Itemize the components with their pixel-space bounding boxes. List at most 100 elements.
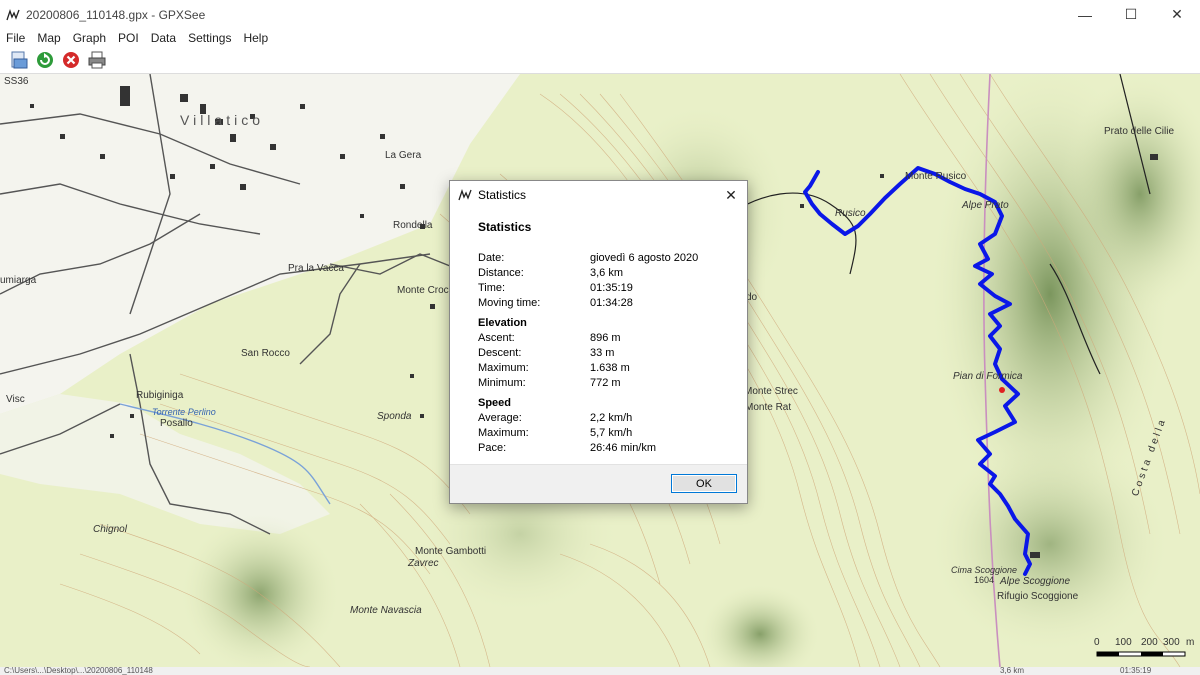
scale-tick-200: 200 <box>1141 637 1158 648</box>
map-label-monte-croci: Monte Croci <box>397 285 451 296</box>
gpxsee-app-icon <box>6 8 20 20</box>
menu-poi[interactable]: POI <box>112 31 145 45</box>
stat-row-elev-min: Minimum: 772 m <box>478 375 719 390</box>
stat-value: 26:46 min/km <box>590 441 657 454</box>
stat-label: Average: <box>478 411 522 424</box>
dialog-title: Statistics <box>478 188 527 202</box>
map-label-pra-la-vacca: Pra la Vacca <box>288 263 344 274</box>
map-label-alpe-prato: Alpe Prato <box>962 200 1009 211</box>
map-label-prato-delle-cilie: Prato delle Cilie <box>1104 126 1175 137</box>
stat-label: Maximum: <box>478 361 529 374</box>
maximize-button[interactable]: ☐ <box>1108 0 1154 29</box>
scale-tick-0: 0 <box>1094 637 1100 648</box>
stat-row-date: Date: giovedì 6 agosto 2020 <box>478 250 719 265</box>
stat-label: Minimum: <box>478 376 526 389</box>
map-label-villatico: Villatico <box>180 112 264 128</box>
stat-row-descent: Descent: 33 m <box>478 345 719 360</box>
close-file-button[interactable] <box>60 49 82 71</box>
menu-file[interactable]: File <box>0 31 31 45</box>
gpxsee-app-icon <box>458 188 472 201</box>
print-icon <box>88 51 106 69</box>
stat-value: 3,6 km <box>590 266 624 279</box>
section-speed-title: Speed <box>478 397 512 409</box>
menu-bar: File Map Graph POI Data Settings Help <box>0 29 1200 47</box>
map-label-rubiginiga: Rubiginiga <box>136 390 184 401</box>
menu-help[interactable]: Help <box>237 31 274 45</box>
stat-label: Distance: <box>478 266 524 279</box>
stat-value: 01:34:28 <box>590 296 633 309</box>
stat-value: 1.638 m <box>590 361 630 374</box>
map-label-chignol: Chignol <box>93 524 127 535</box>
map-label-visc: Visc <box>6 394 25 405</box>
stat-value: 896 m <box>590 331 621 344</box>
map-label-cima-scoggione: Cima Scoggione <box>951 565 1018 575</box>
toolbar <box>0 47 1200 74</box>
map-label-monte-gambotti: Monte Gambotti <box>415 546 487 557</box>
stat-label: Date: <box>478 251 505 264</box>
stat-value: 01:35:19 <box>590 281 633 294</box>
stat-value: giovedì 6 agosto 2020 <box>590 251 699 264</box>
close-file-icon <box>63 52 79 68</box>
menu-data[interactable]: Data <box>145 31 182 45</box>
menu-map[interactable]: Map <box>31 31 66 45</box>
dialog-title-bar: Statistics ✕ <box>450 181 747 209</box>
scale-tick-300: 300 <box>1163 637 1180 648</box>
status-bar: C:\Users\...\Desktop\...\20200806_110148… <box>0 667 1200 675</box>
map-label-torrente-perlino: Torrente Perlino <box>152 407 216 417</box>
stat-row-speed-avg: Average: 2,2 km/h <box>478 410 719 425</box>
map-label-la-gera: La Gera <box>385 150 422 161</box>
stat-label: Descent: <box>478 346 522 359</box>
map-label-umiarga: umiarga <box>0 275 37 286</box>
reload-icon <box>37 52 53 68</box>
map-label-sponda: Sponda <box>377 411 412 422</box>
stat-label: Pace: <box>478 441 507 454</box>
stat-row-pace: Pace: 26:46 min/km <box>478 440 719 455</box>
map-label-cima-elevation: 1604 <box>974 575 995 585</box>
window-title: 20200806_110148.gpx - GPXSee <box>26 7 206 22</box>
dialog-close-button[interactable]: ✕ <box>721 185 741 205</box>
stat-row-speed-max: Maximum: 5,7 km/h <box>478 425 719 440</box>
scale-tick-100: 100 <box>1115 637 1132 648</box>
stat-row-distance: Distance: 3,6 km <box>478 265 719 280</box>
reload-button[interactable] <box>34 49 56 71</box>
scale-bar-graphic <box>1096 651 1186 657</box>
dialog-footer: OK <box>450 464 747 503</box>
map-label-monte-navascia: Monte Navascia <box>350 605 422 616</box>
map-label-monte-strec: Monte Strec <box>744 386 798 397</box>
map-label-rifugio-scoggione: Rifugio Scoggione <box>997 591 1079 602</box>
stat-row-time: Time: 01:35:19 <box>478 280 719 295</box>
map-label-alpe-scoggione: Alpe Scoggione <box>1000 576 1071 587</box>
map-label-rusico: Rusico <box>835 208 866 219</box>
statistics-dialog: Statistics ✕ Statistics Date: giovedì 6 a… <box>449 180 748 504</box>
stat-label: Maximum: <box>478 426 529 439</box>
print-button[interactable] <box>86 49 108 71</box>
menu-graph[interactable]: Graph <box>67 31 112 45</box>
map-label-zavrec: Zavrec <box>408 558 439 569</box>
stat-label: Ascent: <box>478 331 515 344</box>
stat-value: 2,2 km/h <box>590 411 633 424</box>
open-file-icon <box>11 51 28 69</box>
title-bar: 20200806_110148.gpx - GPXSee — ☐ ✕ <box>0 0 1200 29</box>
map-label-monte-rusico: Monte Rusico <box>905 171 967 182</box>
section-elevation-title: Elevation <box>478 317 527 329</box>
status-time: 01:35:19 <box>1120 667 1152 675</box>
minimize-button[interactable]: — <box>1062 0 1108 29</box>
stat-row-moving-time: Moving time: 01:34:28 <box>478 295 719 310</box>
open-file-button[interactable] <box>8 49 30 71</box>
stat-label: Moving time: <box>478 296 541 309</box>
map-label-monte-rat: Monte Rat <box>745 402 792 413</box>
close-window-button[interactable]: ✕ <box>1154 0 1200 29</box>
status-distance: 3,6 km <box>1000 667 1025 675</box>
stat-value: 33 m <box>590 346 615 359</box>
map-label-pian-di-formica: Pian di Formica <box>953 371 1023 382</box>
stat-value: 772 m <box>590 376 621 389</box>
stat-value: 5,7 km/h <box>590 426 633 439</box>
dialog-heading: Statistics <box>478 220 532 234</box>
status-file-path: C:\Users\...\Desktop\...\20200806_110148 <box>4 667 153 675</box>
map-label-san-rocco: San Rocco <box>241 348 290 359</box>
map-label-ss36: SS36 <box>4 76 29 87</box>
map-label-rondella: Rondella <box>393 220 433 231</box>
track-marker <box>999 387 1005 393</box>
menu-settings[interactable]: Settings <box>182 31 237 45</box>
ok-button[interactable]: OK <box>671 474 737 493</box>
